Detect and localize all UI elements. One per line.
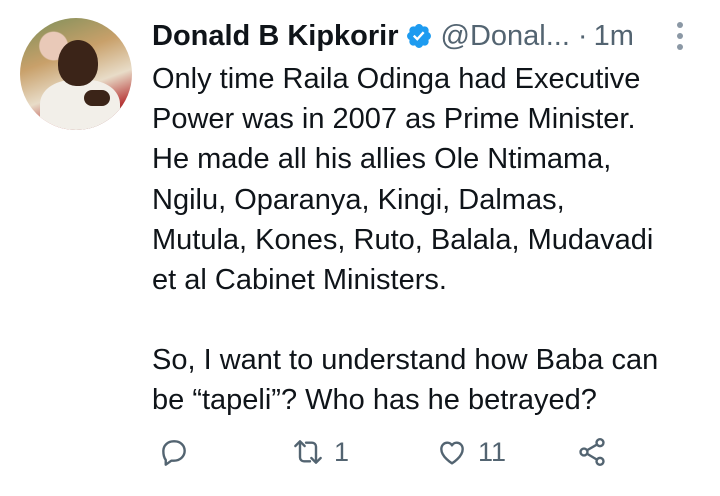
tweet-actions: 1 11 (152, 432, 622, 472)
retweet-count: 1 (334, 436, 350, 467)
tweet-header: Donald B Kipkorir @Donal... · 1m (152, 14, 634, 58)
like-count: 11 (478, 436, 507, 467)
more-vertical-icon[interactable] (676, 22, 684, 52)
tweet-timestamp[interactable]: 1m (594, 20, 634, 53)
separator-dot: · (577, 19, 588, 52)
tweet-line: be “tapeli”? Who has he betrayed? (152, 384, 597, 417)
share-icon (579, 438, 605, 466)
verified-badge-icon (406, 24, 431, 48)
avatar-hand (84, 90, 110, 106)
tweet-text: Only time Raila Odinga had Executive Pow… (152, 59, 712, 421)
tweet[interactable]: Donald B Kipkorir @Donal... · 1m Only ti… (0, 0, 720, 496)
like-button[interactable]: 11 (436, 432, 506, 472)
share-button[interactable] (576, 432, 608, 472)
tweet-line: So, I want to understand how Baba can (152, 344, 659, 377)
heart-icon (440, 441, 464, 465)
reply-icon (162, 440, 186, 466)
avatar-shirt (40, 80, 120, 130)
author-name[interactable]: Donald B Kipkorir (152, 20, 399, 53)
retweet-icon (294, 440, 322, 464)
tweet-line: Power was in 2007 as Prime Minister. (152, 103, 636, 136)
tweet-line: Only time Raila Odinga had Executive (152, 63, 641, 95)
tweet-line: et al Cabinet Ministers. (152, 264, 447, 297)
avatar-head (58, 40, 98, 86)
avatar[interactable] (20, 18, 132, 130)
author-handle[interactable]: @Donal... (441, 20, 570, 53)
retweet-button[interactable]: 1 (292, 432, 349, 472)
tweet-line: Mutula, Kones, Ruto, Balala, Mudavadi (152, 223, 654, 256)
tweet-line: Ngilu, Oparanya, Kingi, Dalmas, (152, 183, 565, 216)
tweet-line: He made all his allies Ole Ntimama, (152, 143, 612, 176)
reply-button[interactable] (158, 432, 190, 472)
